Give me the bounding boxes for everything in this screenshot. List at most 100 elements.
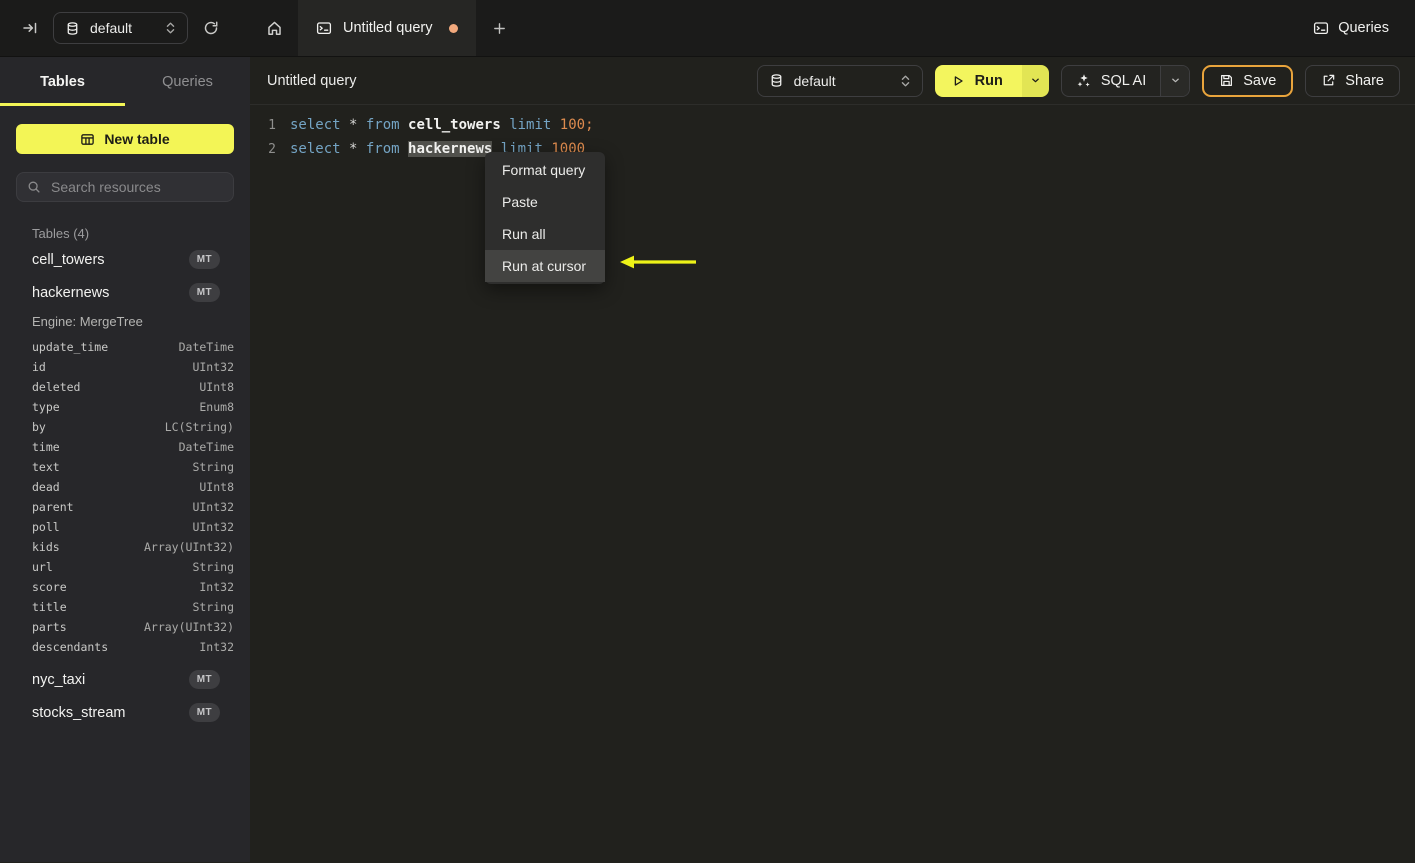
column-row: descendants Int32 bbox=[16, 637, 234, 657]
menu-item-paste[interactable]: Paste bbox=[485, 186, 605, 218]
column-row: update_time DateTime bbox=[16, 337, 234, 357]
column-name: by bbox=[32, 420, 46, 434]
column-name: url bbox=[32, 560, 53, 574]
queries-button[interactable]: Queries bbox=[1301, 0, 1415, 56]
column-row: kids Array(UInt32) bbox=[16, 537, 234, 557]
home-icon bbox=[266, 20, 283, 37]
run-options-dropdown[interactable] bbox=[1021, 64, 1049, 97]
column-name: dead bbox=[32, 480, 60, 494]
menu-item-format-query[interactable]: Format query bbox=[485, 154, 605, 186]
tab-title: Untitled query bbox=[343, 20, 433, 36]
sidebar-tab-tables[interactable]: Tables bbox=[0, 57, 125, 106]
column-name: parent bbox=[32, 500, 74, 514]
save-button-label: Save bbox=[1243, 72, 1277, 89]
main-panel: Untitled query default Run SQL AI Save S… bbox=[250, 57, 1415, 862]
sparkles-icon bbox=[1076, 73, 1092, 89]
column-row: parent UInt32 bbox=[16, 497, 234, 517]
column-row: id UInt32 bbox=[16, 357, 234, 377]
collapse-sidebar-button[interactable] bbox=[22, 20, 38, 36]
new-tab-button[interactable] bbox=[476, 0, 522, 56]
column-name: time bbox=[32, 440, 60, 454]
column-name: deleted bbox=[32, 380, 81, 394]
run-button-group: Run bbox=[934, 64, 1049, 97]
run-button[interactable]: Run bbox=[934, 64, 1022, 97]
column-name: poll bbox=[32, 520, 60, 534]
column-type: Array(UInt32) bbox=[143, 540, 234, 554]
topbar-left-section: default bbox=[0, 0, 250, 56]
collapse-sidebar-icon bbox=[22, 20, 38, 36]
refresh-button[interactable] bbox=[203, 20, 219, 36]
database-icon bbox=[769, 73, 784, 88]
chevron-updown-icon bbox=[165, 21, 176, 35]
column-name: score bbox=[32, 580, 67, 594]
table-row[interactable]: cell_towers MT bbox=[16, 243, 234, 276]
column-type: String bbox=[192, 460, 234, 474]
column-type: LC(String) bbox=[164, 420, 234, 434]
code-token: * bbox=[340, 117, 366, 133]
column-row: deleted UInt8 bbox=[16, 377, 234, 397]
line-number: 1 bbox=[268, 117, 276, 133]
engine-badge: MT bbox=[188, 250, 220, 269]
tab-strip: Untitled query Queries bbox=[250, 0, 1415, 56]
tables-section-label: Tables (4) bbox=[32, 226, 90, 241]
sidebar-tab-queries[interactable]: Queries bbox=[125, 57, 250, 106]
line-number: 2 bbox=[268, 141, 276, 157]
query-database-selector[interactable]: default bbox=[756, 64, 923, 97]
column-name: parts bbox=[32, 620, 67, 634]
column-row: text String bbox=[16, 457, 234, 477]
search-icon bbox=[27, 180, 41, 194]
table-row[interactable]: nyc_taxi MT bbox=[16, 663, 234, 696]
editor-line: 1 select * from cell_towers limit 100; bbox=[250, 113, 1415, 137]
column-type: Enum8 bbox=[199, 400, 234, 414]
menu-item-run-all[interactable]: Run all bbox=[485, 218, 605, 250]
code-token: from bbox=[365, 141, 400, 157]
table-row[interactable]: hackernews MT bbox=[16, 276, 234, 309]
sidebar: Tables Queries New table Tables (4) cell… bbox=[0, 57, 250, 862]
table-name: stocks_stream bbox=[32, 704, 126, 721]
search-resources-box bbox=[16, 172, 234, 202]
database-icon bbox=[65, 21, 80, 36]
home-button[interactable] bbox=[250, 0, 298, 56]
database-selector[interactable]: default bbox=[53, 12, 188, 44]
engine-badge: MT bbox=[188, 670, 220, 689]
sql-ai-dropdown[interactable] bbox=[1160, 65, 1190, 96]
table-row[interactable]: stocks_stream MT bbox=[16, 696, 234, 729]
column-row: poll UInt32 bbox=[16, 517, 234, 537]
sql-editor[interactable]: 1 select * from cell_towers limit 100; 2 se… bbox=[250, 105, 1415, 862]
play-icon bbox=[951, 74, 965, 88]
save-button[interactable]: Save bbox=[1202, 64, 1294, 97]
refresh-icon bbox=[203, 20, 219, 36]
table-name: cell_towers bbox=[32, 251, 105, 268]
tab-untitled-query[interactable]: Untitled query bbox=[298, 0, 477, 56]
share-button[interactable]: Share bbox=[1305, 64, 1400, 97]
sidebar-tabs: Tables Queries bbox=[0, 57, 250, 106]
new-table-button[interactable]: New table bbox=[16, 124, 234, 154]
column-row: by LC(String) bbox=[16, 417, 234, 437]
plus-icon bbox=[492, 21, 507, 36]
column-type: String bbox=[192, 560, 234, 574]
save-icon bbox=[1219, 73, 1234, 88]
column-list: update_time DateTime id UInt32 deleted UInt8 t… bbox=[16, 337, 234, 657]
table-name: nyc_taxi bbox=[32, 671, 86, 688]
column-row: dead UInt8 bbox=[16, 477, 234, 497]
column-name: update_time bbox=[32, 340, 109, 354]
editor-line: 2 select * from hackernews limit 1000 bbox=[250, 137, 1415, 161]
engine-badge: MT bbox=[188, 283, 220, 302]
active-tab-underline bbox=[0, 103, 125, 106]
sql-ai-button[interactable]: SQL AI bbox=[1062, 66, 1160, 96]
column-type: UInt8 bbox=[199, 380, 234, 394]
query-database-selector-value: default bbox=[793, 72, 836, 89]
column-name: type bbox=[32, 400, 60, 414]
column-name: id bbox=[32, 360, 46, 374]
share-icon bbox=[1321, 73, 1336, 88]
sql-ai-button-group: SQL AI bbox=[1060, 64, 1191, 97]
column-type: Int32 bbox=[199, 580, 234, 594]
menu-item-run-at-cursor[interactable]: Run at cursor bbox=[485, 250, 605, 282]
code-token: * bbox=[340, 141, 366, 157]
column-row: score Int32 bbox=[16, 577, 234, 597]
unsaved-dot bbox=[449, 23, 459, 33]
table-icon bbox=[80, 132, 95, 147]
table-list: cell_towers MT hackernews MT Engine: MergeTr… bbox=[16, 243, 234, 729]
search-resources-input[interactable] bbox=[49, 178, 223, 196]
